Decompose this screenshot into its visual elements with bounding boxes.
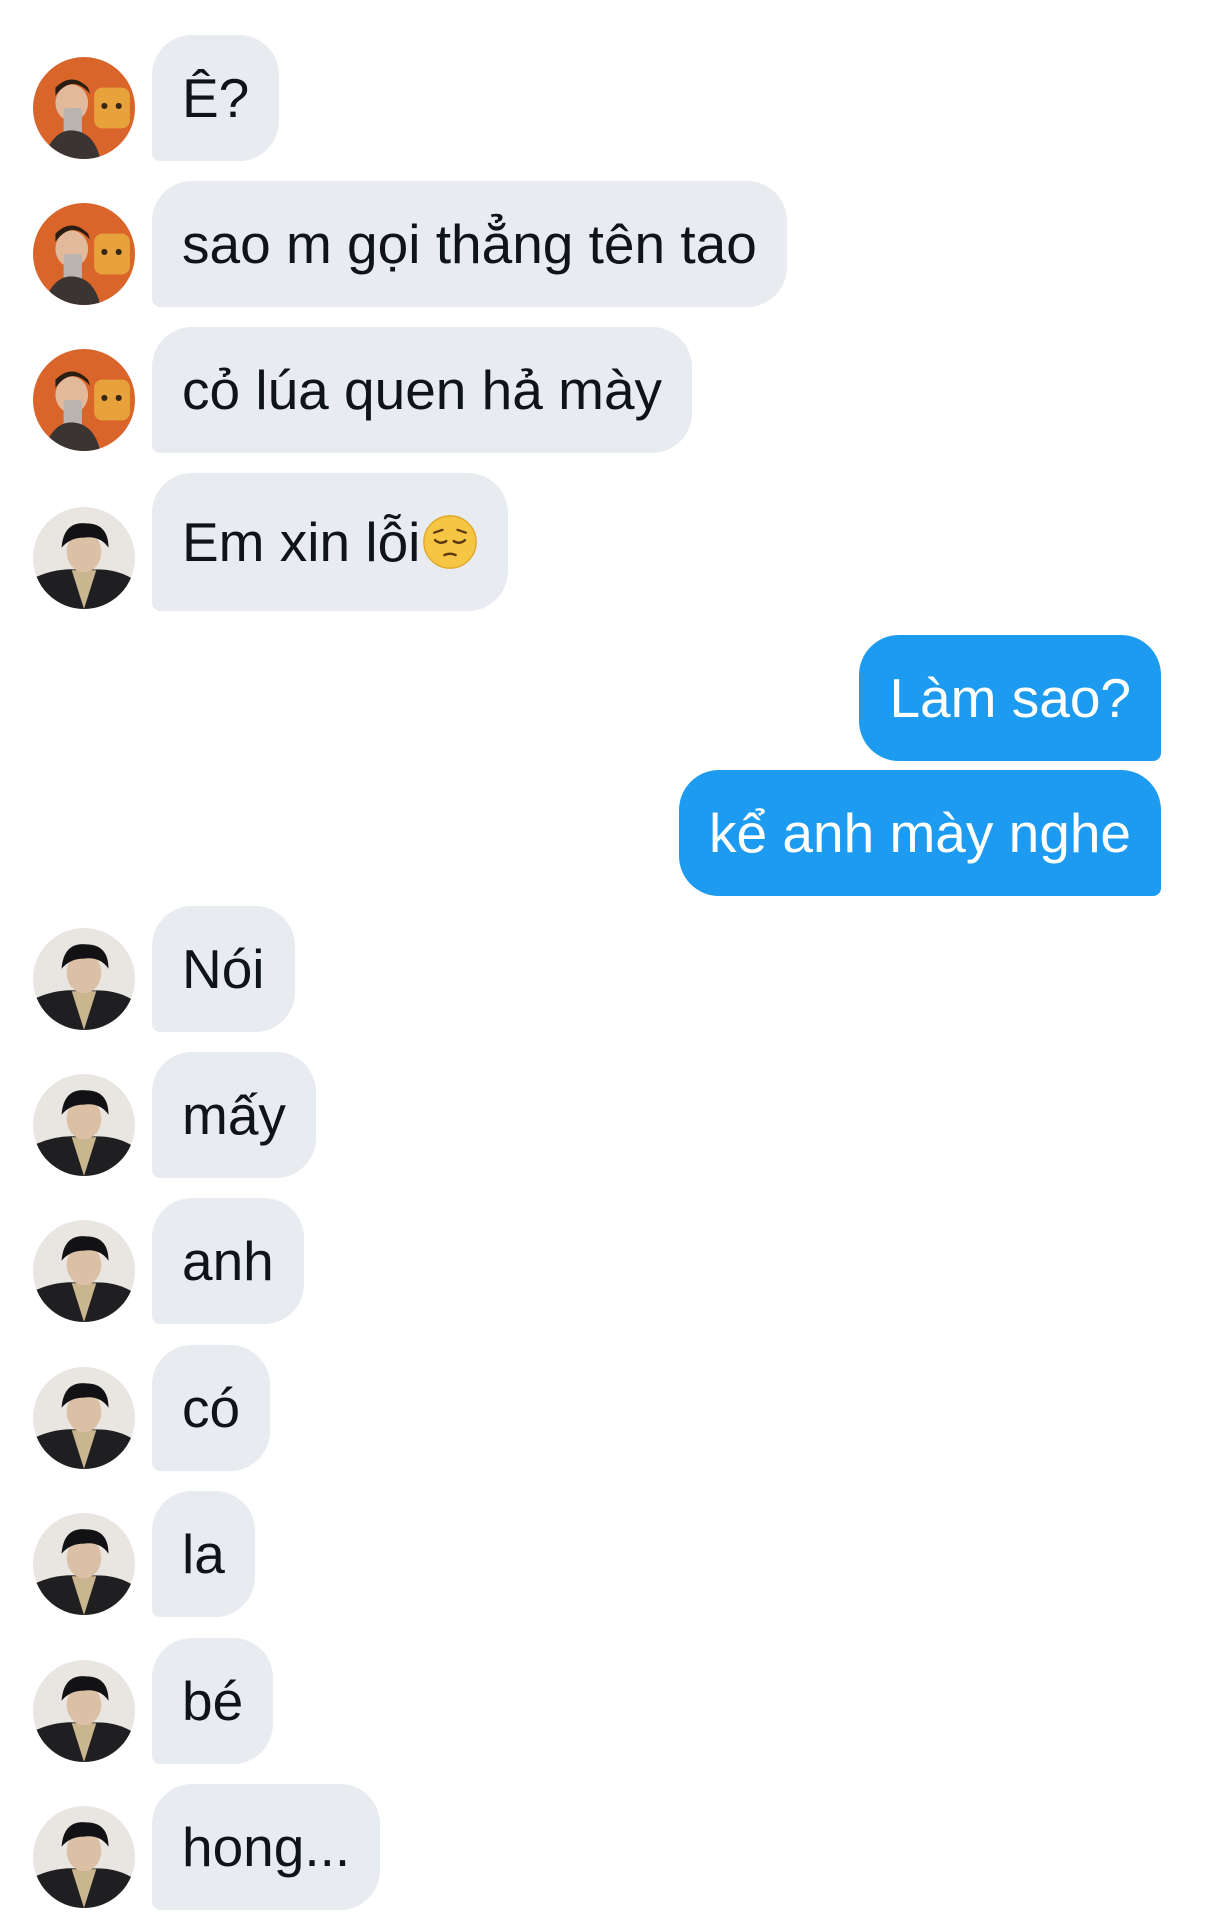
- avatar[interactable]: [33, 1513, 135, 1615]
- message-row: kể anh mày nghe: [0, 770, 1209, 896]
- avatar-dark-icon: [33, 507, 135, 609]
- incoming-message-bubble[interactable]: anh: [152, 1198, 304, 1324]
- outgoing-message-bubble[interactable]: Làm sao?: [859, 635, 1161, 761]
- avatar-dark-icon: [33, 928, 135, 1030]
- message-row: sao m gọi thẳng tên tao: [0, 181, 1209, 307]
- incoming-message-bubble[interactable]: cỏ lúa quen hả mày: [152, 327, 693, 453]
- avatar-dark-icon: [33, 1513, 135, 1615]
- message-row: Ê?: [0, 35, 1209, 161]
- avatar-orange-icon: [33, 57, 135, 159]
- incoming-message-bubble[interactable]: có: [152, 1345, 271, 1471]
- avatar-dark-icon: [33, 1660, 135, 1762]
- message-row: có: [0, 1345, 1209, 1471]
- avatar-dark-icon: [33, 1220, 135, 1322]
- message-row: hong...: [0, 1784, 1209, 1910]
- incoming-message-bubble[interactable]: sao m gọi thẳng tên tao: [152, 181, 787, 307]
- avatar[interactable]: [33, 349, 135, 451]
- avatar-dark-icon: [33, 1806, 135, 1908]
- incoming-message-bubble[interactable]: bé: [152, 1638, 274, 1764]
- avatar-orange-icon: [33, 203, 135, 305]
- conversation-thread: Ê? sao m gọi thẳng tên tao cỏ lúa quen h…: [0, 0, 1209, 1920]
- message-text: Em xin lỗi: [182, 511, 421, 573]
- avatar-orange-icon: [33, 349, 135, 451]
- outgoing-message-bubble[interactable]: kể anh mày nghe: [679, 770, 1161, 896]
- incoming-message-bubble[interactable]: Nói: [152, 906, 295, 1032]
- avatar-dark-icon: [33, 1367, 135, 1469]
- message-row: Em xin lỗi: [0, 473, 1209, 611]
- incoming-message-bubble[interactable]: la: [152, 1491, 255, 1617]
- message-row: bé: [0, 1638, 1209, 1764]
- avatar[interactable]: [33, 203, 135, 305]
- avatar-dark-icon: [33, 1074, 135, 1176]
- message-row: anh: [0, 1198, 1209, 1324]
- message-row: cỏ lúa quen hả mày: [0, 327, 1209, 453]
- pensive-face-emoji-icon: [422, 514, 478, 570]
- avatar[interactable]: [33, 1806, 135, 1908]
- avatar[interactable]: [33, 1367, 135, 1469]
- incoming-message-bubble[interactable]: hong...: [152, 1784, 381, 1910]
- avatar[interactable]: [33, 928, 135, 1030]
- message-row: la: [0, 1491, 1209, 1617]
- avatar[interactable]: [33, 507, 135, 609]
- message-row: Nói: [0, 906, 1209, 1032]
- avatar[interactable]: [33, 1220, 135, 1322]
- incoming-message-bubble[interactable]: Ê?: [152, 35, 280, 161]
- message-row: Làm sao?: [0, 635, 1209, 761]
- incoming-message-bubble[interactable]: mấy: [152, 1052, 316, 1178]
- avatar[interactable]: [33, 1074, 135, 1176]
- avatar[interactable]: [33, 57, 135, 159]
- avatar[interactable]: [33, 1660, 135, 1762]
- incoming-message-bubble[interactable]: Em xin lỗi: [152, 473, 509, 611]
- message-row: mấy: [0, 1052, 1209, 1178]
